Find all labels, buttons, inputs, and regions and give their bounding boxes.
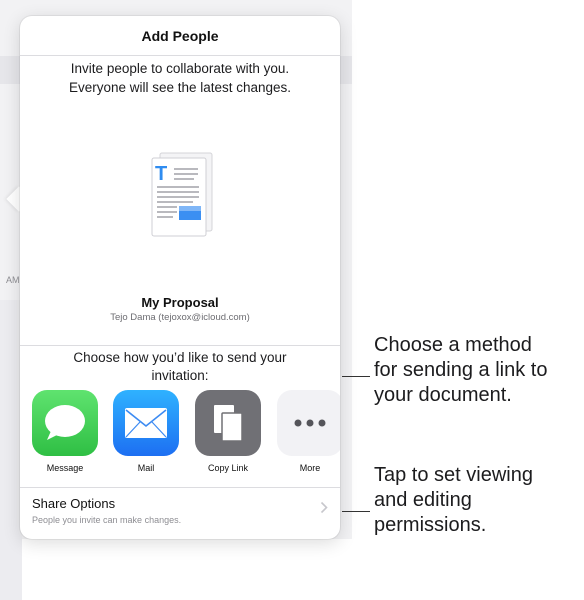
permissions-callout: Tap to set viewing and editing permissio… xyxy=(374,463,533,538)
choose-line-1: Choose how you’d like to send your xyxy=(73,350,287,365)
more-button[interactable]: More xyxy=(274,390,340,480)
description-line-2: Everyone will see the latest changes. xyxy=(68,80,292,95)
section-divider xyxy=(20,345,340,346)
share-methods-row: Message Mail Copy Link More xyxy=(20,390,340,480)
message-label: Message xyxy=(46,463,84,473)
popover-description: Invite people to collaborate with you. E… xyxy=(20,59,340,97)
copy-link-button[interactable]: Copy Link xyxy=(192,390,264,480)
document-thumbnail-icon: T xyxy=(148,150,218,240)
background-side-text: AM xyxy=(6,275,20,285)
title-divider xyxy=(20,55,340,56)
mail-icon xyxy=(113,390,179,456)
permissions-callout-line-2: and editing xyxy=(374,489,472,511)
description-line-1: Invite people to collaborate with you. xyxy=(70,61,290,76)
message-icon xyxy=(32,390,98,456)
message-button[interactable]: Message xyxy=(29,390,101,480)
choose-method-prompt: Choose how you’d like to send your invit… xyxy=(20,349,340,385)
mail-button[interactable]: Mail xyxy=(110,390,182,480)
more-label: More xyxy=(299,463,321,473)
document-icon-letter: T xyxy=(155,163,167,185)
chevron-right-icon xyxy=(320,501,328,514)
share-options-subtitle: People you invite can make changes. xyxy=(32,515,182,525)
permissions-callout-line xyxy=(342,511,370,512)
document-owner: Tejo Dama (tejoxox@icloud.com) xyxy=(110,312,250,323)
method-callout-line xyxy=(342,376,370,377)
document-name: My Proposal xyxy=(141,295,219,310)
method-callout-line-2: for sending a link to xyxy=(374,359,548,381)
background-sidebar-edge xyxy=(0,300,22,600)
permissions-callout-line-1: Tap to set viewing xyxy=(374,464,533,486)
choose-line-2: invitation: xyxy=(151,368,209,383)
method-callout-line-1: Choose a method xyxy=(374,334,532,356)
permissions-callout-line-3: permissions. xyxy=(374,514,487,536)
copy-link-icon xyxy=(195,390,261,456)
add-people-popover: Add People Invite people to collaborate … xyxy=(20,16,340,539)
share-options-title: Share Options xyxy=(32,496,116,511)
more-icon xyxy=(277,390,340,456)
copy-link-label: Copy Link xyxy=(207,463,249,473)
popover-title: Add People xyxy=(141,28,219,44)
method-callout-line-3: your document. xyxy=(374,384,512,406)
mail-label: Mail xyxy=(137,463,155,473)
share-options-row[interactable]: Share Options People you invite can make… xyxy=(20,488,340,539)
method-callout: Choose a method for sending a link to yo… xyxy=(374,333,547,408)
